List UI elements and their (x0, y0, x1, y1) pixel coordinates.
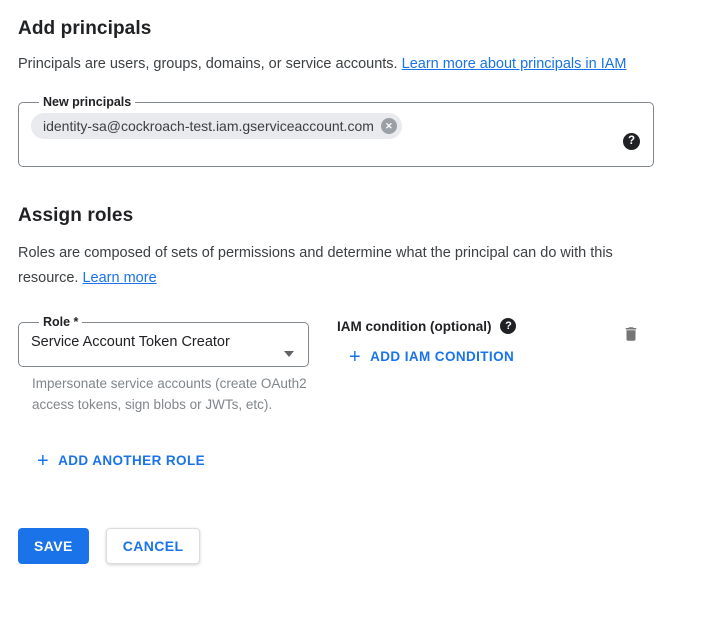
new-principals-label: New principals (39, 95, 135, 109)
role-binding-row: Role * Service Account Token Creator Imp… (18, 315, 695, 415)
chip-remove-button[interactable]: ✕ (381, 118, 397, 134)
help-icon[interactable]: ? (623, 133, 640, 150)
plus-icon: + (37, 454, 49, 468)
save-button[interactable]: SAVE (18, 528, 89, 564)
principals-help[interactable]: ? (623, 131, 640, 150)
intro-description: Principals are users, groups, domains, o… (18, 52, 628, 77)
new-principals-field[interactable]: New principals identity-sa@cockroach-tes… (18, 95, 654, 167)
intro-text: Principals are users, groups, domains, o… (18, 56, 398, 72)
add-iam-condition-label: ADD IAM CONDITION (370, 349, 514, 364)
assign-roles-description: Roles are composed of sets of permission… (18, 241, 628, 291)
role-column: Role * Service Account Token Creator Imp… (18, 315, 337, 415)
close-icon: ✕ (385, 121, 393, 132)
add-iam-condition-button[interactable]: + ADD IAM CONDITION (349, 349, 514, 364)
principal-chip: identity-sa@cockroach-test.iam.gservicea… (31, 113, 402, 139)
dropdown-arrow-icon[interactable] (284, 357, 294, 375)
role-selected-value: Service Account Token Creator (31, 334, 296, 350)
iam-condition-label: IAM condition (optional) (337, 319, 491, 334)
assign-roles-title: Assign roles (18, 205, 695, 227)
role-select[interactable]: Role * Service Account Token Creator (18, 315, 309, 367)
iam-condition-label-row: IAM condition (optional) ? (337, 318, 516, 334)
plus-icon: + (349, 350, 361, 364)
iam-condition-column: IAM condition (optional) ? + ADD IAM CON… (337, 315, 516, 415)
add-another-role-label: ADD ANOTHER ROLE (58, 453, 205, 468)
learn-more-roles-link[interactable]: Learn more (82, 270, 156, 286)
delete-role-button[interactable] (620, 323, 642, 345)
page-title: Add principals (18, 18, 695, 40)
add-another-role-button[interactable]: + ADD ANOTHER ROLE (37, 453, 205, 468)
principal-chip-text: identity-sa@cockroach-test.iam.gservicea… (43, 118, 374, 134)
learn-more-principals-link[interactable]: Learn more about principals in IAM (402, 56, 627, 72)
trash-icon (622, 331, 640, 346)
help-icon[interactable]: ? (500, 318, 516, 334)
role-label: Role * (39, 315, 82, 329)
add-principals-panel: Add principals Principals are users, gro… (0, 0, 713, 564)
dialog-actions: SAVE CANCEL (18, 528, 695, 564)
cancel-button[interactable]: CANCEL (106, 528, 201, 564)
role-helper-text: Impersonate service accounts (create OAu… (32, 374, 312, 415)
